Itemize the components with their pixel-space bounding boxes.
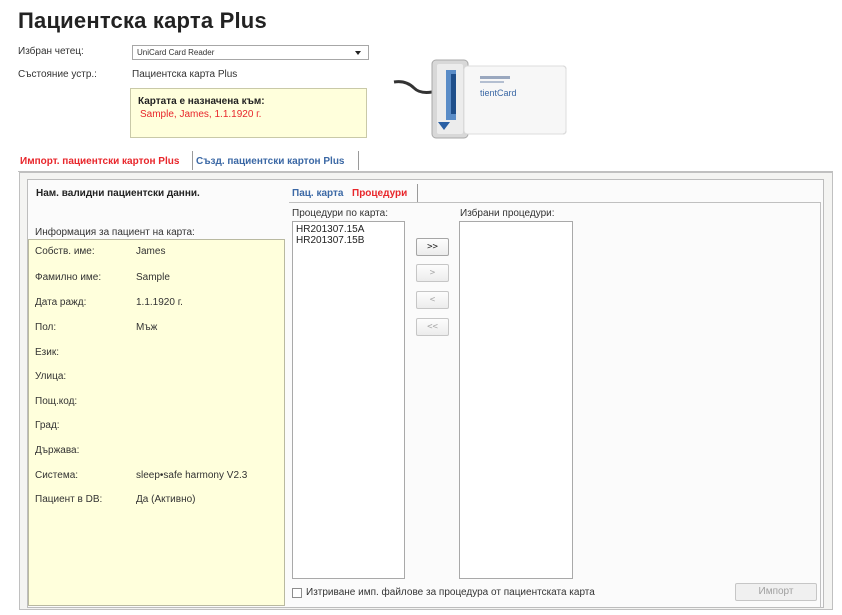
reader-select-value: UniCard Card Reader (137, 48, 215, 57)
device-status-value: Пациентска карта Plus (132, 69, 238, 80)
remove-all-button[interactable]: << (416, 318, 449, 336)
field-label: Пол: (35, 322, 57, 333)
reader-select[interactable]: UniCard Card Reader (132, 45, 369, 60)
add-all-button[interactable]: >> (416, 238, 449, 256)
field-label: Държава: (35, 445, 80, 456)
delete-files-checkbox[interactable] (292, 588, 302, 598)
field-label: Собств. име: (35, 246, 95, 257)
tab-patient-card[interactable]: Пац. карта (292, 188, 343, 199)
tab-divider (417, 184, 418, 202)
tab-underline (289, 202, 820, 203)
valid-data-heading: Нам. валидни пациентски данни. (36, 188, 200, 199)
list-item[interactable]: HR201307.15B (296, 235, 364, 246)
field-label: Пощ.код: (35, 396, 78, 407)
field-value: sleep•safe harmony V2.3 (136, 470, 248, 481)
field-label: Пациент в DB: (35, 494, 103, 505)
field-label: Система: (35, 470, 79, 481)
field-value: 1.1.1920 г. (136, 297, 183, 308)
tab-divider (358, 151, 359, 170)
patient-info-box (28, 239, 285, 606)
field-value: Sample (136, 272, 170, 283)
field-label: Фамилно име: (35, 272, 102, 283)
page-title: Пациентска карта Plus (18, 8, 267, 33)
remove-button[interactable]: < (416, 291, 449, 309)
import-button[interactable]: Импорт (735, 583, 817, 601)
assigned-box: Картата е назначена към: Sample, James, … (130, 88, 367, 138)
list-item[interactable]: HR201307.15A (296, 224, 364, 235)
field-label: Град: (35, 420, 60, 431)
card-procedures-label: Процедури по карта: (292, 208, 388, 219)
selected-procedures-list[interactable] (459, 221, 573, 579)
panel-border (820, 202, 821, 608)
reader-label: Избран четец: (18, 46, 84, 57)
assigned-heading: Картата е назначена към: (138, 96, 265, 107)
add-button[interactable]: > (416, 264, 449, 282)
card-text: tientCard (480, 88, 517, 98)
card-info-label: Информация за пациент на карта: (35, 227, 195, 238)
tab-divider (192, 151, 193, 170)
tab-create-card[interactable]: Създ. пациентски картон Plus (196, 156, 345, 167)
chevron-down-icon[interactable] (355, 51, 361, 55)
field-value: Мъж (136, 322, 158, 333)
field-label: Дата ражд: (35, 297, 87, 308)
card-reader-image: tientCard (393, 59, 567, 139)
delete-files-label: Изтриване имп. файлове за процедура от п… (306, 587, 595, 598)
field-value: James (136, 246, 166, 257)
tab-procedures[interactable]: Процедури (352, 188, 407, 199)
assigned-patient: Sample, James, 1.1.1920 г. (140, 109, 262, 120)
device-status-label: Състояние устр.: (18, 69, 97, 80)
tab-import-card[interactable]: Импорт. пациентски картон Plus (20, 156, 179, 167)
field-label: Език: (35, 347, 59, 358)
card-procedures-list[interactable]: HR201307.15A HR201307.15B (292, 221, 405, 579)
field-value: Да (Активно) (136, 494, 196, 505)
field-label: Улица: (35, 371, 67, 382)
selected-procedures-label: Избрани процедури: (460, 208, 555, 219)
